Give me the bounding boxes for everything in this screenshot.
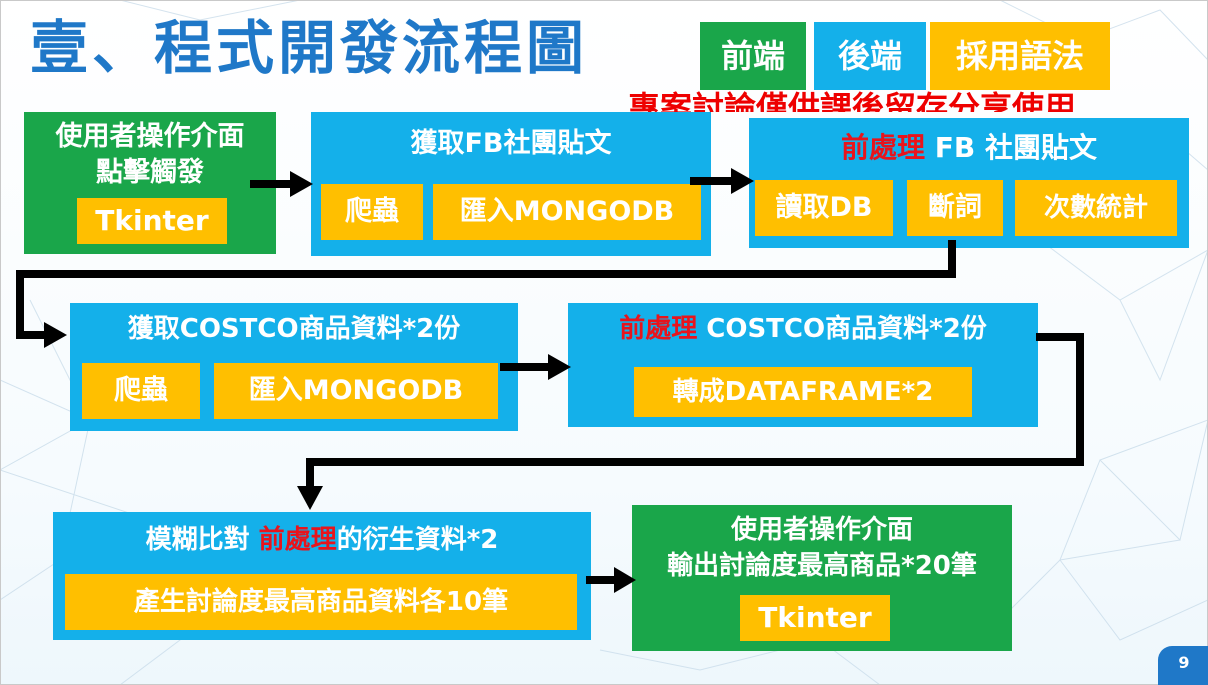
fuzzy-match-box: 模糊比對 前處理的衍生資料*2 產生討論度最高商品資料各10筆 <box>53 512 591 640</box>
costco-preprocess-title-rest: COSTCO商品資料*2份 <box>697 314 987 344</box>
preprocess-highlight: 前處理 <box>841 131 926 164</box>
crawler-chip: 爬蟲 <box>321 184 423 240</box>
ui-output-box: 使用者操作介面 輸出討論度最高商品*20筆 Tkinter <box>632 505 1012 651</box>
preprocess-highlight: 前處理 <box>619 314 698 344</box>
ui-trigger-box: 使用者操作介面 點擊觸發 Tkinter <box>24 112 276 254</box>
legend-syntax: 採用語法 <box>930 22 1110 90</box>
costco-fetch-box: 獲取COSTCO商品資料*2份 爬蟲 匯入MONGODB <box>70 303 518 431</box>
slide: 壹、程式開發流程圖 前端 後端 採用語法 專案討論僅供課後留存分享使用 使用者操… <box>0 0 1208 685</box>
import-mongodb-chip: 匯入MONGODB <box>214 363 498 419</box>
costco-preprocess-title: 前處理 COSTCO商品資料*2份 <box>568 311 1038 347</box>
ui-output-action: 輸出討論度最高商品*20筆 <box>667 551 977 581</box>
tkinter-chip: Tkinter <box>740 595 890 641</box>
read-db-chip: 讀取DB <box>755 180 893 236</box>
sharing-note: 專案討論僅供課後留存分享使用 <box>628 89 1077 112</box>
legend-frontend: 前端 <box>700 22 806 90</box>
top-products-chip: 產生討論度最高商品資料各10筆 <box>65 574 577 630</box>
fb-fetch-box: 獲取FB社團貼文 爬蟲 匯入MONGODB <box>311 112 711 256</box>
ui-trigger-label: 使用者操作介面 <box>55 121 245 152</box>
legend-backend: 後端 <box>814 22 926 90</box>
fb-preprocess-title: 前處理 FB 社團貼文 <box>749 130 1189 166</box>
costco-fetch-title: 獲取COSTCO商品資料*2份 <box>127 314 461 344</box>
fuzzy-match-prefix: 模糊比對 <box>145 525 259 555</box>
preprocess-highlight: 前處理 <box>258 525 337 555</box>
count-stats-chip: 次數統計 <box>1015 180 1177 236</box>
fb-fetch-title: 獲取FB社團貼文 <box>410 128 612 159</box>
tokenize-chip: 斷詞 <box>907 180 1003 236</box>
crawler-chip: 爬蟲 <box>82 363 200 419</box>
fuzzy-match-suffix: 的衍生資料*2 <box>336 525 499 555</box>
import-mongodb-chip: 匯入MONGODB <box>433 184 701 240</box>
fb-preprocess-title-rest: FB 社團貼文 <box>925 131 1097 164</box>
ui-trigger-action: 點擊觸發 <box>96 157 204 188</box>
tkinter-chip: Tkinter <box>77 198 227 244</box>
costco-preprocess-box: 前處理 COSTCO商品資料*2份 轉成DATAFRAME*2 <box>568 303 1038 427</box>
to-dataframe-chip: 轉成DATAFRAME*2 <box>634 367 972 417</box>
fb-preprocess-box: 前處理 FB 社團貼文 讀取DB 斷詞 次數統計 <box>749 118 1189 248</box>
fuzzy-match-title: 模糊比對 前處理的衍生資料*2 <box>53 522 591 558</box>
ui-output-label: 使用者操作介面 <box>730 515 913 545</box>
page-title: 壹、程式開發流程圖 <box>30 14 589 82</box>
page-number-badge: 9 <box>1158 646 1208 685</box>
